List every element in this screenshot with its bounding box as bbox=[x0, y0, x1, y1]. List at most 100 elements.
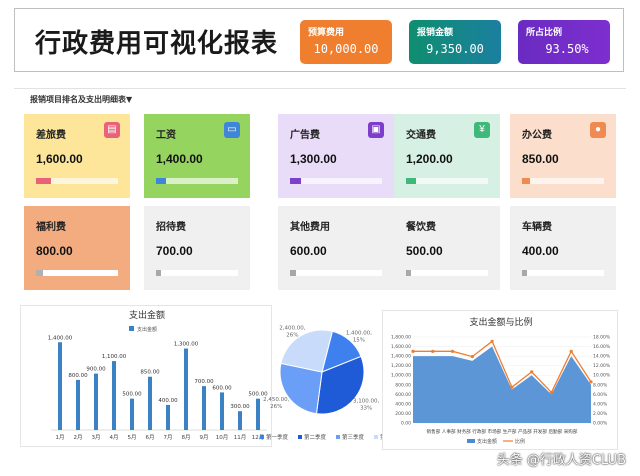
expense-card-progress-fill bbox=[36, 178, 51, 184]
expense-card[interactable]: 招待费 700.00 bbox=[144, 206, 250, 290]
quarterly-pie-chart: 2,400.00,26%3,100.00,33%2,450.00,26%1,40… bbox=[260, 326, 391, 441]
legend-label: 支出金额 bbox=[137, 326, 157, 333]
pie-data-label: 3,100.00, bbox=[353, 399, 379, 405]
expense-card[interactable]: 广告费 1,300.00 ▣ bbox=[278, 114, 394, 198]
chart-title: 支出金额与比例 bbox=[469, 316, 532, 328]
expense-card-value: 1,600.00 bbox=[36, 152, 83, 166]
expense-card-value: 700.00 bbox=[156, 244, 193, 258]
expense-card-name: 福利费 bbox=[36, 222, 66, 233]
department-combo-chart: 支出金额与比例 0.00 200.00 400.00 600.00 800.00 1,000… bbox=[391, 316, 611, 445]
expense-card-progress-fill bbox=[290, 270, 296, 276]
expense-card-name: 其他费用 bbox=[290, 222, 330, 233]
x-tick-label: 9月 bbox=[200, 434, 209, 441]
expense-card[interactable]: 车辆费 400.00 bbox=[510, 206, 616, 290]
report-header: 行政费用可视化报表 预算费用 10,000.00 报销金额 9,350.00 所… bbox=[14, 8, 624, 72]
y-tick-label: 1,600.00 bbox=[391, 344, 411, 350]
x-tick-label: 8月 bbox=[182, 434, 191, 441]
bar bbox=[130, 398, 134, 430]
legend-swatch bbox=[467, 439, 475, 443]
expense-card-progress-track bbox=[290, 270, 382, 276]
kpi-reimbursed: 报销金额 9,350.00 bbox=[409, 20, 501, 64]
expense-card-name: 交通费 bbox=[406, 130, 436, 141]
expense-card-progress-track bbox=[156, 178, 238, 184]
kpi-budget-value: 10,000.00 bbox=[313, 42, 379, 56]
y-tick-label: 1,800.00 bbox=[391, 335, 411, 341]
legend-label: 第一季度 bbox=[266, 433, 289, 441]
expense-card[interactable]: 其他费用 600.00 bbox=[278, 206, 394, 290]
monthly-bar-chart: 支出金额支出金额1,400.001月800.002月900.003月1,100.… bbox=[48, 309, 268, 441]
expense-card-value: 850.00 bbox=[522, 152, 559, 166]
expense-card-name: 招待费 bbox=[156, 222, 186, 233]
data-label: 800.00 bbox=[68, 373, 88, 379]
quarterly-pie-chart-panel: 2,400.00, 26% 3,100.00, 33% 2,450.00, 26% 1,40… bbox=[254, 298, 391, 446]
legend-label: 支出金额 bbox=[477, 438, 497, 445]
legend-label: 比例 bbox=[515, 438, 525, 445]
pie-percent-label: 26% bbox=[270, 404, 282, 410]
section-dropdown[interactable]: 报销项目排名及支出明细表▼ bbox=[30, 94, 132, 105]
x-tick-label: 11月 bbox=[234, 434, 247, 441]
legend-label: 第二季度 bbox=[304, 433, 327, 441]
y-tick-label: 600.00 bbox=[395, 392, 411, 398]
pie-percent-label: 26% bbox=[286, 333, 298, 339]
expense-card-value: 600.00 bbox=[290, 244, 327, 258]
expense-card-progress-track bbox=[156, 270, 238, 276]
expense-card-progress-fill bbox=[406, 178, 416, 184]
kpi-budget: 预算费用 10,000.00 bbox=[300, 20, 392, 64]
expense-card[interactable]: 福利费 800.00 bbox=[24, 206, 130, 290]
legend-swatch bbox=[298, 435, 302, 439]
chart-title: 支出金额 bbox=[129, 309, 165, 321]
bar bbox=[184, 348, 188, 430]
expense-card[interactable]: 交通费 1,200.00 ¥ bbox=[394, 114, 500, 198]
kpi-reimbursed-value: 9,350.00 bbox=[426, 42, 484, 56]
watermark: 头条 @行政人资CLUB bbox=[496, 453, 626, 468]
expense-card[interactable]: 办公费 850.00 ● bbox=[510, 114, 616, 198]
x-tick-label: 5月 bbox=[128, 434, 137, 441]
expense-card-name: 餐饮费 bbox=[406, 222, 436, 233]
pie-percent-label: 33% bbox=[360, 406, 372, 412]
line-point bbox=[589, 380, 593, 384]
x-tick-label: 7月 bbox=[164, 434, 173, 441]
expense-card-progress-track bbox=[290, 178, 382, 184]
x-tick-label: 2月 bbox=[74, 434, 83, 441]
expense-card-name: 办公费 bbox=[522, 130, 552, 141]
pie-data-label: 1,400.00, bbox=[346, 330, 372, 336]
expense-card-progress-track bbox=[406, 178, 488, 184]
data-label: 300.00 bbox=[230, 404, 250, 410]
expense-card[interactable]: 差旅费 1,600.00 ▤ bbox=[24, 114, 130, 198]
line-point bbox=[569, 349, 573, 353]
legend-swatch bbox=[336, 435, 340, 439]
line-point bbox=[431, 349, 435, 353]
x-tick-label: 4月 bbox=[110, 434, 119, 441]
bar bbox=[58, 342, 62, 430]
y-tick-label: 1,400.00 bbox=[391, 354, 411, 360]
x-tick-label: 6月 bbox=[146, 434, 155, 441]
x-tick-label: 1月 bbox=[56, 434, 65, 441]
kpi-ratio: 所占比例 93.50% bbox=[518, 20, 610, 64]
data-label: 400.00 bbox=[158, 398, 178, 404]
y2-tick-label: 2.00% bbox=[593, 411, 608, 417]
line-point bbox=[470, 354, 474, 359]
expense-card[interactable]: 工资 1,400.00 ▭ bbox=[144, 114, 250, 198]
chart-icon: ▤ bbox=[104, 122, 120, 138]
expense-card-progress-track bbox=[36, 270, 118, 276]
y2-tick-label: 14.00% bbox=[593, 354, 611, 360]
expense-card-name: 车辆费 bbox=[522, 222, 552, 233]
document-icon: ▭ bbox=[224, 122, 240, 138]
expense-card-value: 1,400.00 bbox=[156, 152, 203, 166]
y-tick-label: 0.00 bbox=[401, 421, 411, 427]
expense-card-progress-fill bbox=[290, 178, 302, 184]
expense-card[interactable]: 餐饮费 500.00 bbox=[394, 206, 500, 290]
line-point bbox=[530, 370, 534, 374]
expense-card-progress-fill bbox=[522, 178, 531, 184]
department-combo-chart-panel: 支出金额与比例 0.00 200.00 400.00 600.00 800.00 1,000… bbox=[382, 310, 618, 450]
line-point bbox=[411, 349, 415, 353]
kpi-reimbursed-label: 报销金额 bbox=[417, 28, 454, 38]
data-label: 500.00 bbox=[122, 392, 142, 398]
divider bbox=[14, 88, 626, 89]
page-title: 行政费用可视化报表 bbox=[35, 29, 279, 59]
line-point bbox=[549, 390, 554, 395]
expense-card-name: 工资 bbox=[156, 130, 176, 141]
y2-tick-label: 8.00% bbox=[593, 382, 608, 388]
expense-card-value: 1,200.00 bbox=[406, 152, 453, 166]
kpi-ratio-label: 所占比例 bbox=[526, 28, 563, 38]
